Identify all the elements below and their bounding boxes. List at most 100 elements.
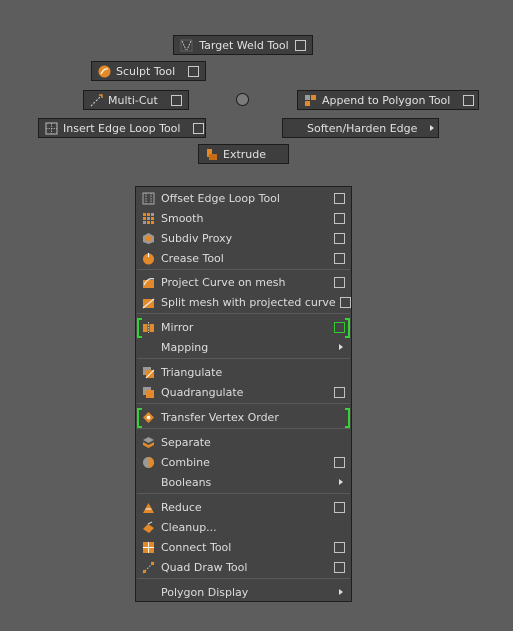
radial-label: Sculpt Tool (116, 64, 176, 78)
insert-edge-loop-icon (45, 122, 58, 135)
menu-item-label: Separate (161, 435, 211, 449)
menu-item-cleanup[interactable]: Cleanup... (136, 517, 351, 537)
menu-separator (137, 269, 350, 270)
crease-icon (142, 252, 155, 265)
menu-item-offset-edge-loop-tool[interactable]: Offset Edge Loop Tool (136, 188, 351, 208)
menu-item-quad-draw-tool[interactable]: Quad Draw Tool (136, 557, 351, 577)
menu-separator (137, 578, 350, 579)
menu-item-label: Mirror (161, 320, 194, 334)
highlight-bracket-right (345, 408, 350, 428)
radial-extrude[interactable]: Extrude (198, 144, 289, 164)
menu-item-triangulate[interactable]: Triangulate (136, 362, 351, 382)
radial-label: Target Weld Tool (199, 38, 289, 52)
radial-label: Append to Polygon Tool (322, 93, 451, 107)
radial-insert-edge-loop-tool[interactable]: Insert Edge Loop Tool (38, 118, 206, 138)
option-box[interactable] (339, 296, 351, 308)
submenu-arrow-icon (339, 479, 343, 485)
empty-icon-slot (142, 476, 155, 489)
radial-label: Extrude (223, 147, 267, 161)
sculpt-icon (98, 65, 111, 78)
menu-separator (137, 428, 350, 429)
menu-item-project-curve-on-mesh[interactable]: Project Curve on mesh (136, 272, 351, 292)
radial-label: Insert Edge Loop Tool (63, 121, 181, 135)
option-box[interactable] (334, 501, 345, 513)
radial-sculpt-tool[interactable]: Sculpt Tool (91, 61, 206, 81)
menu-item-label: Offset Edge Loop Tool (161, 191, 280, 205)
project-curve-icon (142, 276, 155, 289)
radial-label: Soften/Harden Edge (307, 121, 418, 135)
empty-icon-slot (142, 341, 155, 354)
menu-separator (137, 403, 350, 404)
menu-item-label: Smooth (161, 211, 204, 225)
option-box[interactable] (171, 94, 182, 106)
option-box[interactable] (334, 212, 345, 224)
smooth-icon (142, 212, 155, 225)
empty-icon-slot (142, 586, 155, 599)
menu-separator (137, 358, 350, 359)
option-box[interactable] (334, 276, 345, 288)
menu-item-split-mesh-with-projected-curve[interactable]: Split mesh with projected curve (136, 292, 351, 312)
menu-item-connect-tool[interactable]: Connect Tool (136, 537, 351, 557)
option-box[interactable] (334, 192, 345, 204)
menu-item-smooth[interactable]: Smooth (136, 208, 351, 228)
menu-item-mirror[interactable]: Mirror (136, 317, 351, 338)
append-polygon-icon (304, 94, 317, 107)
menu-item-quadrangulate[interactable]: Quadrangulate (136, 382, 351, 402)
submenu-arrow-icon (339, 589, 343, 595)
option-box[interactable] (334, 456, 345, 468)
menu-item-reduce[interactable]: Reduce (136, 497, 351, 517)
menu-separator (137, 313, 350, 314)
radial-target-weld-tool[interactable]: Target Weld Tool (173, 35, 313, 55)
radial-label: Multi-Cut (108, 93, 158, 107)
quadrangulate-icon (142, 386, 155, 399)
menu-item-transfer-vertex-order[interactable]: Transfer Vertex Order (136, 407, 351, 428)
menu-item-mapping[interactable]: Mapping (136, 337, 351, 357)
menu-item-crease-tool[interactable]: Crease Tool (136, 248, 351, 268)
menu-item-booleans[interactable]: Booleans (136, 472, 351, 492)
menu-item-label: Crease Tool (161, 251, 224, 265)
menu-item-label: Quadrangulate (161, 385, 244, 399)
menu-item-polygon-display[interactable]: Polygon Display (136, 582, 351, 602)
radial-multi-cut[interactable]: Multi-Cut (83, 90, 189, 110)
menu-item-label: Polygon Display (161, 585, 249, 599)
menu-item-label: Booleans (161, 475, 212, 489)
option-box[interactable] (334, 321, 345, 333)
option-box[interactable] (334, 561, 345, 573)
option-box[interactable] (334, 541, 345, 553)
radial-append-to-polygon-tool[interactable]: Append to Polygon Tool (297, 90, 479, 110)
menu-item-label: Connect Tool (161, 540, 232, 554)
quad-draw-icon (142, 561, 155, 574)
mirror-icon (142, 321, 155, 334)
connect-icon (142, 541, 155, 554)
option-box[interactable] (334, 386, 345, 398)
triangulate-icon (142, 366, 155, 379)
option-box[interactable] (188, 65, 200, 77)
combine-icon (142, 456, 155, 469)
option-box[interactable] (334, 232, 345, 244)
menu-item-label: Combine (161, 455, 210, 469)
multi-cut-icon (90, 93, 103, 107)
reduce-icon (142, 501, 155, 514)
submenu-arrow-icon (339, 344, 343, 350)
menu-item-label: Subdiv Proxy (161, 231, 233, 245)
subdiv-proxy-icon (142, 232, 155, 245)
option-box[interactable] (334, 252, 345, 264)
menu-item-label: Reduce (161, 500, 202, 514)
menu-item-subdiv-proxy[interactable]: Subdiv Proxy (136, 228, 351, 248)
menu-item-separate[interactable]: Separate (136, 432, 351, 452)
option-box[interactable] (463, 94, 475, 106)
menu-item-combine[interactable]: Combine (136, 452, 351, 472)
extrude-icon (205, 148, 218, 161)
split-mesh-icon (142, 296, 155, 309)
offset-edge-loop-icon (142, 192, 155, 205)
radial-soften-harden-edge[interactable]: Soften/Harden Edge (282, 118, 439, 138)
marking-menu-center (236, 93, 249, 106)
menu-item-label: Project Curve on mesh (161, 275, 286, 289)
option-box[interactable] (193, 122, 205, 134)
option-box[interactable] (295, 39, 306, 51)
transfer-vertex-order-icon (142, 411, 155, 424)
menu-item-label: Triangulate (161, 365, 223, 379)
separate-icon (142, 436, 155, 449)
submenu-arrow-icon (430, 125, 435, 131)
highlight-bracket-right (345, 318, 350, 338)
